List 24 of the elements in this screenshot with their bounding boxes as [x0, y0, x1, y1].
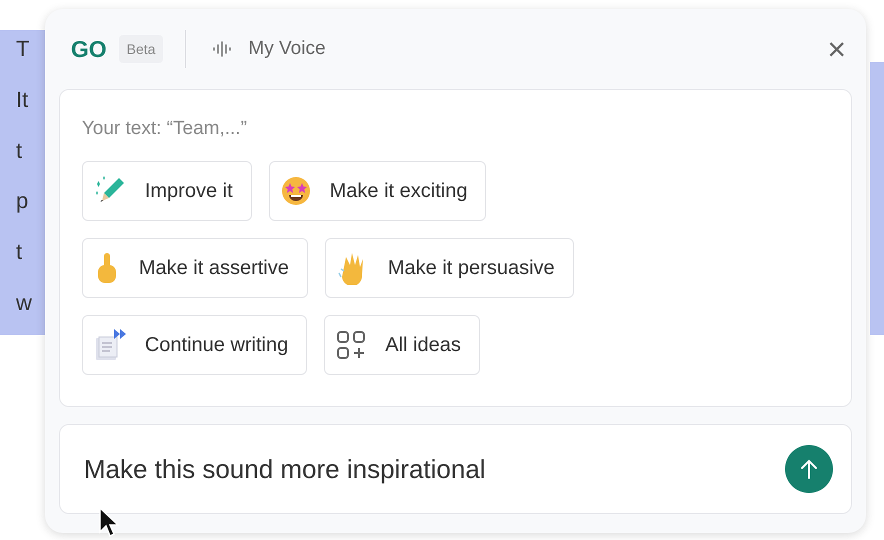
logo: GO: [70, 36, 107, 62]
document-text: t: [16, 136, 24, 165]
beta-badge: Beta: [118, 35, 164, 63]
suggestion-button[interactable]: Improve it: [82, 161, 252, 221]
arrow-up-icon: [799, 458, 820, 480]
selected-text-label: Your text: “Team,...”: [82, 118, 248, 140]
document-text: w: [16, 289, 33, 318]
star-eyes-face-icon: [280, 175, 312, 207]
suggestion-button[interactable]: All ideas: [324, 315, 480, 375]
prompt-field[interactable]: Make this sound more inspirational: [84, 454, 786, 484]
suggestion-button[interactable]: Make it assertive: [82, 238, 308, 298]
send-button[interactable]: [785, 445, 834, 493]
my-voice-button[interactable]: My Voice: [212, 38, 326, 60]
document-text: T: [16, 35, 30, 63]
suggestion-button[interactable]: Make it exciting: [268, 161, 486, 221]
suggestion-button[interactable]: Make it persuasive: [324, 238, 574, 298]
prompt-box[interactable]: Make this sound more inspirational: [58, 424, 852, 514]
document-text: t: [16, 238, 24, 266]
close-button[interactable]: ×: [827, 33, 846, 65]
document-text: It: [16, 86, 30, 114]
grid-plus-icon: [335, 329, 368, 361]
waveform-icon: [212, 41, 232, 57]
suggestion-button[interactable]: Continue writing: [82, 315, 308, 375]
document-text: p: [16, 187, 30, 216]
